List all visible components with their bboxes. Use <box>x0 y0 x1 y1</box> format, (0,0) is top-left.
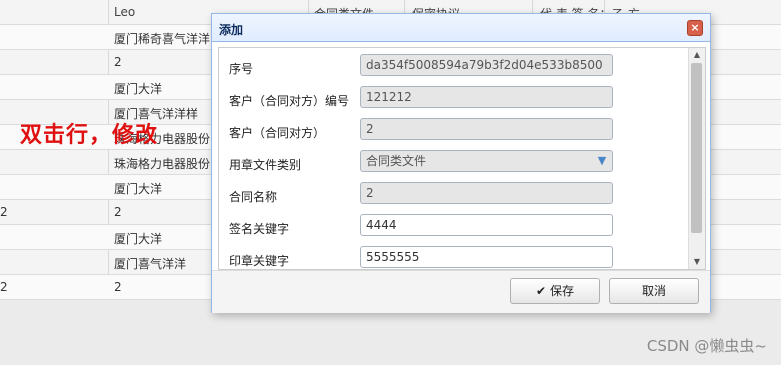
customer-no-field[interactable]: 121212 <box>360 86 613 108</box>
scroll-thumb[interactable] <box>691 63 702 233</box>
seq-label: 序号 <box>229 62 254 76</box>
form-row-seal-keyword: 印章关键字 5555555 <box>219 246 689 269</box>
seal-keyword-field[interactable]: 5555555 <box>360 246 613 268</box>
form-scrollbar[interactable]: ▲ ▼ <box>688 48 705 269</box>
dialog-header: 添加 × <box>212 14 710 42</box>
grid-cell: 2 <box>0 205 8 219</box>
watermark: CSDN @懒虫虫~ <box>646 337 767 355</box>
customer-field[interactable]: 2 <box>360 118 613 140</box>
dialog-title: 添加 <box>219 23 244 37</box>
form-row-customer: 客户（合同对方） 2 <box>219 118 689 142</box>
save-label: 保存 <box>550 284 575 298</box>
grid-cell: Leo <box>114 5 136 19</box>
grid-cell: 厦门大洋 <box>114 182 163 196</box>
contract-name-field[interactable]: 2 <box>360 182 613 204</box>
dialog-form: 序号 da354f5008594a79b3f2d04e533b8500 客户（合… <box>218 47 706 270</box>
save-button[interactable]: ✔ 保存 <box>510 278 600 304</box>
grid-cell: 2 <box>114 205 122 219</box>
scroll-down-icon[interactable]: ▼ <box>689 255 705 269</box>
contract-name-label: 合同名称 <box>229 190 278 204</box>
chevron-down-icon[interactable]: ▼ <box>594 153 610 169</box>
add-dialog: 添加 × 序号 da354f5008594a79b3f2d04e533b8500… <box>211 13 711 313</box>
grid-cell: 2 <box>0 280 8 294</box>
sign-keyword-label: 签名关键字 <box>229 222 290 236</box>
sign-keyword-field[interactable]: 4444 <box>360 214 613 236</box>
grid-cell: 厦门喜气洋洋 <box>114 257 187 271</box>
seal-type-select[interactable]: 合同类文件 ▼ <box>360 150 613 172</box>
grid-cell: 珠海格力电器股份有 <box>114 157 210 171</box>
seal-type-value: 合同类文件 <box>366 154 427 168</box>
dialog-footer: ✔ 保存 取消 <box>212 270 710 313</box>
cancel-button[interactable]: 取消 <box>609 278 699 304</box>
form-row-sign-keyword: 签名关键字 4444 <box>219 214 689 238</box>
seal-keyword-label: 印章关键字 <box>229 254 290 268</box>
form-row-customer-no: 客户（合同对方）编号 121212 <box>219 86 689 110</box>
annotation-text: 双击行，修改 <box>20 122 159 148</box>
close-icon[interactable]: × <box>687 20 703 36</box>
grid-cell: 厦门大洋 <box>114 232 163 246</box>
form-row-seal-type: 用章文件类别 合同类文件 ▼ <box>219 150 689 174</box>
customer-label: 客户（合同对方） <box>229 126 326 140</box>
form-row-contract-name: 合同名称 2 <box>219 182 689 206</box>
customer-no-label: 客户（合同对方）编号 <box>229 94 350 108</box>
form-row-seq: 序号 da354f5008594a79b3f2d04e533b8500 <box>219 54 689 78</box>
seal-type-label: 用章文件类别 <box>229 158 302 172</box>
seq-field[interactable]: da354f5008594a79b3f2d04e533b8500 <box>360 54 613 76</box>
grid-cell: 厦门大洋 <box>114 82 163 96</box>
scroll-up-icon[interactable]: ▲ <box>689 48 705 62</box>
grid-cell: 厦门稀奇喜气洋洋 <box>114 32 210 46</box>
grid-cell: 2 <box>114 280 122 294</box>
grid-cell: 2 <box>114 55 122 69</box>
check-icon: ✔ <box>535 284 547 298</box>
